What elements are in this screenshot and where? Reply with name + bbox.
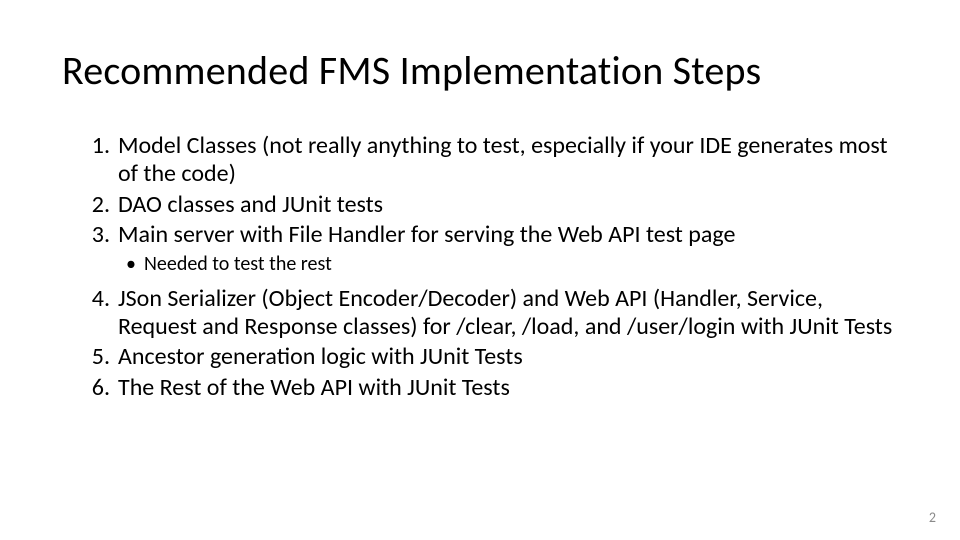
slide: Recommended FMS Implementation Steps Mod… bbox=[0, 0, 960, 540]
steps-list-container: Model Classes (not really anything to te… bbox=[62, 132, 898, 402]
list-item: Ancestor generation logic with JUnit Tes… bbox=[62, 343, 898, 371]
list-item-text: JSon Serializer (Object Encoder/Decoder)… bbox=[118, 284, 892, 341]
list-item-text: Model Classes (not really anything to te… bbox=[118, 131, 888, 188]
sub-list: Needed to test the rest bbox=[118, 253, 898, 277]
list-item: The Rest of the Web API with JUnit Tests bbox=[62, 374, 898, 402]
list-item: DAO classes and JUnit tests bbox=[62, 191, 898, 219]
list-item-text: Ancestor generation logic with JUnit Tes… bbox=[118, 342, 523, 371]
list-item: Model Classes (not really anything to te… bbox=[62, 132, 898, 189]
list-item-text: The Rest of the Web API with JUnit Tests bbox=[118, 373, 510, 402]
slide-title: Recommended FMS Implementation Steps bbox=[62, 48, 898, 94]
list-item: JSon Serializer (Object Encoder/Decoder)… bbox=[62, 285, 898, 342]
page-number: 2 bbox=[929, 509, 936, 526]
list-item-text: Main server with File Handler for servin… bbox=[118, 220, 735, 249]
sub-list-item-text: Needed to test the rest bbox=[144, 252, 332, 276]
sub-list-item: Needed to test the rest bbox=[122, 253, 898, 277]
list-item: Main server with File Handler for servin… bbox=[62, 221, 898, 277]
list-item-text: DAO classes and JUnit tests bbox=[118, 190, 383, 219]
steps-list: Model Classes (not really anything to te… bbox=[62, 132, 898, 402]
